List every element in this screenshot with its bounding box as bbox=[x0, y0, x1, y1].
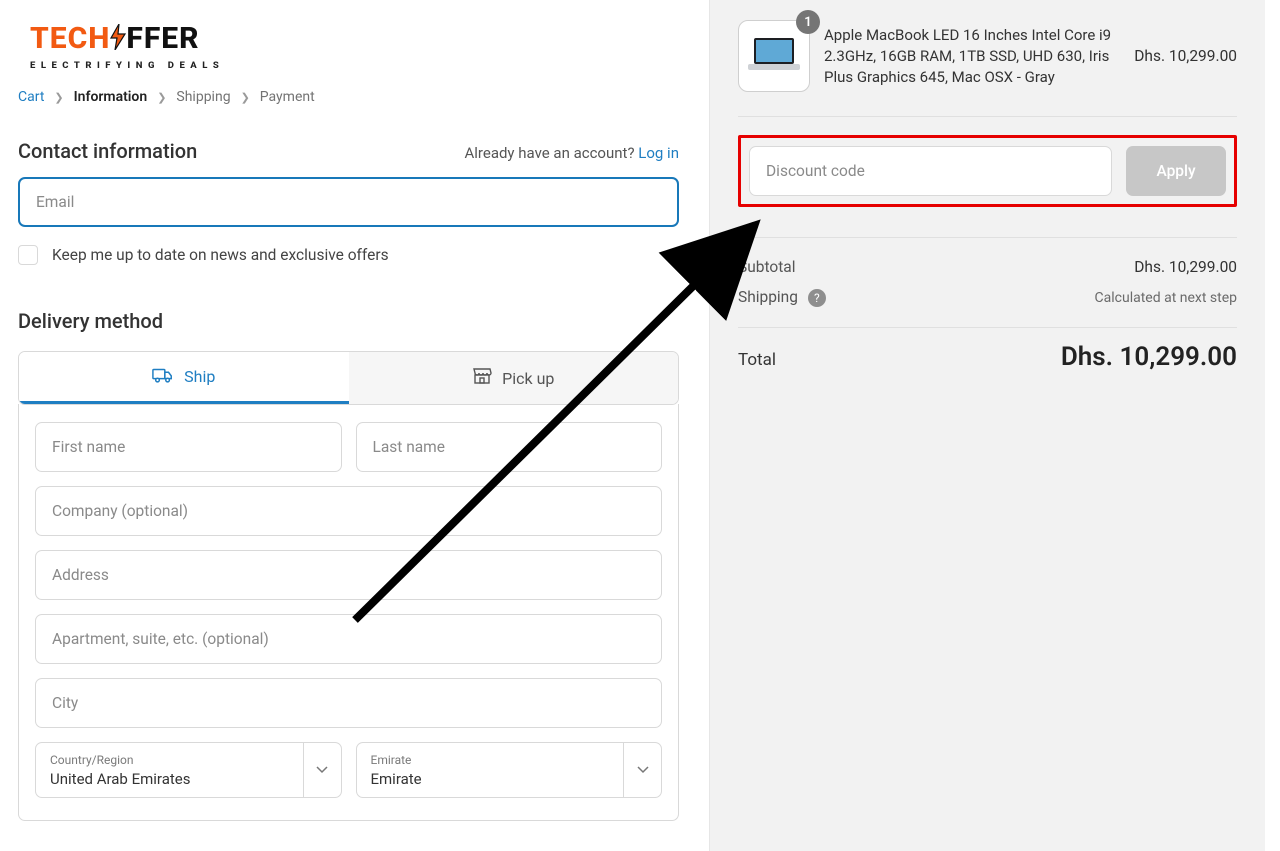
brand-logo: TECH FFER ELECTRIFYING DEALS bbox=[30, 24, 667, 71]
shipping-label: Shipping ? bbox=[738, 288, 826, 307]
tab-pickup[interactable]: Pick up bbox=[349, 352, 679, 404]
product-thumbnail: 1 bbox=[738, 20, 810, 92]
order-summary: 1 Apple MacBook LED 16 Inches Intel Core… bbox=[710, 0, 1265, 851]
product-name: Apple MacBook LED 16 Inches Intel Core i… bbox=[824, 25, 1120, 88]
truck-icon bbox=[152, 366, 174, 388]
chevron-right-icon: ❯ bbox=[241, 91, 250, 104]
apply-button[interactable]: Apply bbox=[1126, 146, 1226, 196]
divider bbox=[738, 327, 1237, 328]
address-field[interactable] bbox=[35, 550, 662, 600]
cart-item: 1 Apple MacBook LED 16 Inches Intel Core… bbox=[738, 20, 1237, 117]
newsletter-label: Keep me up to date on news and exclusive… bbox=[52, 246, 389, 264]
email-input[interactable] bbox=[34, 192, 663, 212]
newsletter-checkbox[interactable] bbox=[18, 245, 38, 265]
logo-text-2: FFER bbox=[126, 21, 199, 56]
login-link[interactable]: Log in bbox=[638, 144, 679, 162]
logo-text-1: TECH bbox=[30, 21, 110, 56]
chevron-down-icon bbox=[623, 743, 661, 797]
last-name-field[interactable] bbox=[356, 422, 663, 472]
tab-pickup-label: Pick up bbox=[502, 369, 554, 388]
apartment-field[interactable] bbox=[35, 614, 662, 664]
contact-heading: Contact information bbox=[18, 139, 197, 163]
chevron-right-icon: ❯ bbox=[157, 91, 166, 104]
crumb-cart[interactable]: Cart bbox=[18, 89, 44, 105]
logo-tagline: ELECTRIFYING DEALS bbox=[30, 60, 224, 71]
company-field[interactable] bbox=[35, 486, 662, 536]
crumb-shipping: Shipping bbox=[176, 89, 230, 105]
breadcrumb: Cart ❯ Information ❯ Shipping ❯ Payment bbox=[18, 89, 679, 105]
country-select[interactable]: Country/Region United Arab Emirates bbox=[35, 742, 342, 798]
delivery-heading: Delivery method bbox=[18, 309, 679, 333]
discount-input[interactable] bbox=[764, 161, 1097, 181]
country-value: United Arab Emirates bbox=[50, 770, 190, 788]
emirate-label: Emirate bbox=[371, 754, 412, 766]
store-icon bbox=[472, 367, 492, 389]
country-label: Country/Region bbox=[50, 754, 134, 766]
product-price: Dhs. 10,299.00 bbox=[1134, 47, 1237, 65]
discount-field[interactable] bbox=[749, 146, 1112, 196]
tab-ship-label: Ship bbox=[184, 367, 215, 386]
shipping-value: Calculated at next step bbox=[1095, 290, 1237, 306]
tab-ship[interactable]: Ship bbox=[19, 352, 349, 404]
emirate-select[interactable]: Emirate Emirate bbox=[356, 742, 663, 798]
subtotal-value: Dhs. 10,299.00 bbox=[1134, 258, 1237, 276]
email-field[interactable] bbox=[18, 177, 679, 227]
newsletter-checkbox-row[interactable]: Keep me up to date on news and exclusive… bbox=[18, 245, 679, 265]
emirate-value: Emirate bbox=[371, 770, 422, 788]
total-label: Total bbox=[738, 350, 776, 370]
help-icon[interactable]: ? bbox=[808, 289, 826, 307]
city-field[interactable] bbox=[35, 678, 662, 728]
ship-pane: Country/Region United Arab Emirates Emir… bbox=[18, 404, 679, 821]
chevron-right-icon: ❯ bbox=[54, 91, 63, 104]
login-prompt: Already have an account? Log in bbox=[464, 144, 679, 162]
chevron-down-icon bbox=[303, 743, 341, 797]
laptop-icon bbox=[746, 36, 802, 76]
subtotal-label: Subtotal bbox=[738, 258, 795, 276]
total-value: Dhs. 10,299.00 bbox=[1061, 342, 1237, 372]
divider bbox=[738, 237, 1237, 238]
crumb-payment: Payment bbox=[260, 89, 315, 105]
discount-highlight: Apply bbox=[738, 135, 1237, 207]
crumb-information: Information bbox=[74, 89, 148, 105]
first-name-field[interactable] bbox=[35, 422, 342, 472]
delivery-tabs: Ship Pick up bbox=[18, 351, 679, 405]
qty-badge: 1 bbox=[796, 10, 820, 34]
